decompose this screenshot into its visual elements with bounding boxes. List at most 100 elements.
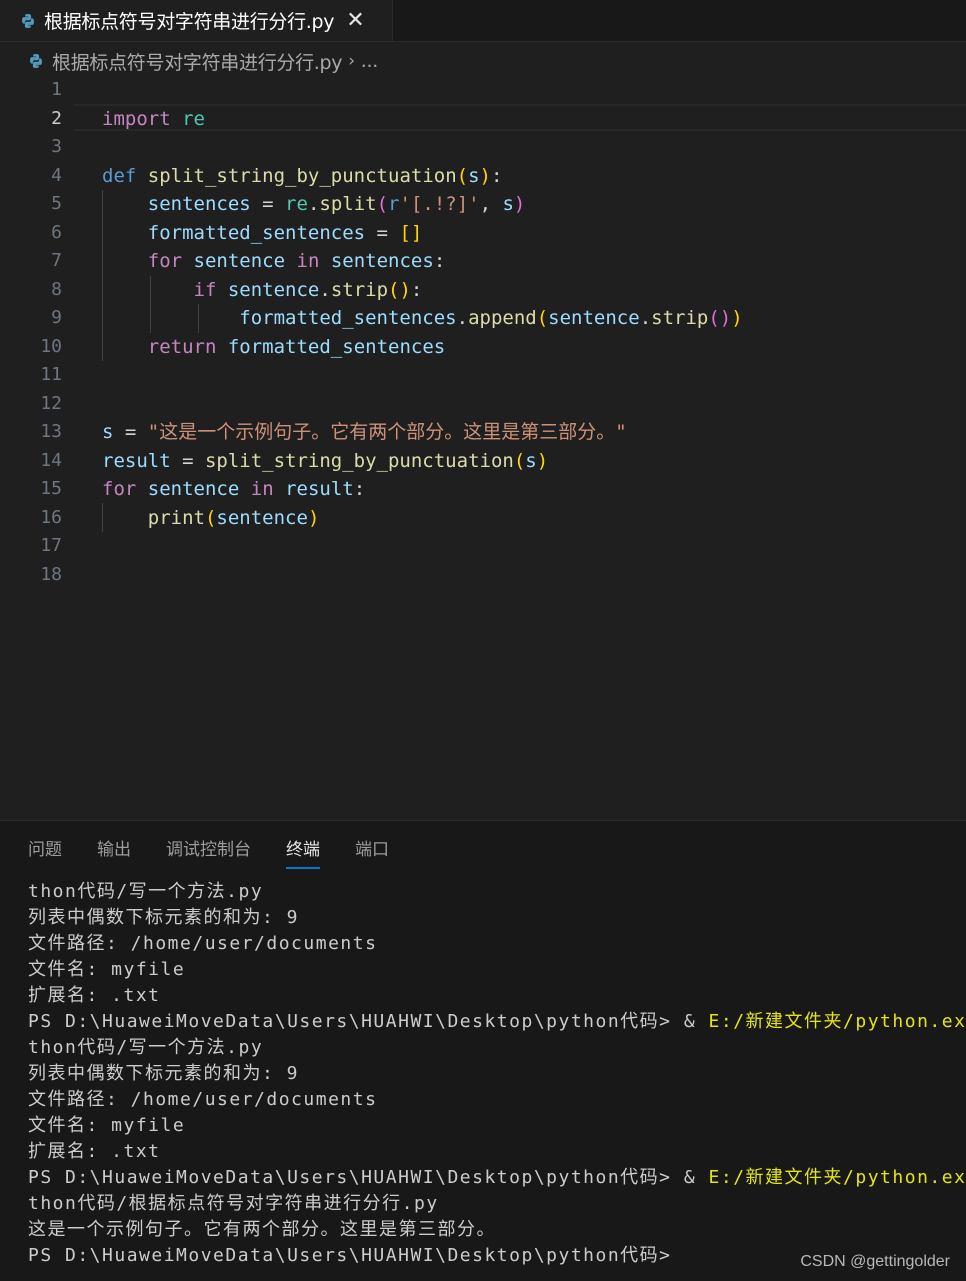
terminal-text: 列表中偶数下标元素的和为: 9 — [28, 1063, 300, 1084]
code-token: in — [250, 478, 274, 500]
line-number: 2 — [51, 107, 62, 129]
code-token: : — [491, 164, 503, 187]
panel-tabs: 问题 输出 调试控制台 终端 端口 — [28, 835, 424, 869]
code-token: def — [102, 164, 137, 187]
panel-tab[interactable]: 端口 — [355, 835, 389, 863]
code-token: split_string_by_punctuation — [204, 449, 514, 472]
breadcrumb: 根据标点符号对字符串进行分行.py › ... — [28, 46, 378, 76]
code-line[interactable]: for sentence in result: — [102, 475, 365, 504]
code-line[interactable]: for sentence in sentences: — [102, 247, 446, 276]
code-token: . — [639, 307, 652, 329]
terminal-line: 文件名: myfile — [28, 957, 966, 983]
breadcrumb-symbols[interactable]: ... — [361, 50, 379, 72]
terminal-text: thon代码/写一个方法.py — [28, 881, 264, 902]
line-number: 5 — [51, 193, 62, 214]
terminal-output[interactable]: thon代码/写一个方法.py 列表中偶数下标元素的和为: 9 文件路径: /hom… — [28, 879, 966, 1269]
line-number: 18 — [40, 563, 62, 585]
terminal-text: 文件路径: /home/user/documents — [28, 933, 378, 954]
terminal-text: 文件名: myfile — [28, 959, 186, 980]
terminal-text: E:/新建文件夹/python.exe — [708, 1011, 966, 1032]
code-token: in — [296, 250, 320, 272]
code-token: . — [307, 193, 320, 215]
code-token: ) — [479, 164, 491, 187]
line-number: 17 — [40, 535, 62, 556]
terminal-line: 列表中偶数下标元素的和为: 9 — [28, 1061, 966, 1087]
terminal-line: PS D:\HuaweiMoveData\Users\HUAHWI\Deskto… — [28, 1009, 966, 1035]
code-token: sentence — [548, 307, 640, 329]
code-line[interactable]: formatted_sentences.append(sentence.stri… — [102, 304, 742, 333]
code-token: s — [502, 193, 514, 215]
terminal-text: 列表中偶数下标元素的和为: 9 — [28, 907, 300, 928]
code-token: ( — [456, 164, 469, 187]
panel-tab[interactable]: 问题 — [28, 835, 62, 863]
code-token: , — [479, 193, 503, 215]
terminal-text: PS D:\HuaweiMoveData\Users\HUAHWI\Deskto… — [28, 1245, 672, 1266]
close-icon[interactable]: ✕ — [346, 9, 364, 32]
code-line[interactable]: sentences = re.split(r'[.!?]', s) — [102, 190, 526, 219]
line-number: 13 — [40, 421, 62, 442]
terminal-text: 这是一个示例句子。它有两个部分。这里是第三部分。 — [28, 1219, 496, 1240]
code-line[interactable]: formatted_sentences = [] — [102, 219, 423, 248]
terminal-text: 扩展名: .txt — [28, 985, 161, 1006]
code-token: "这是一个示例句子。它有两个部分。这里是第三部分。" — [147, 421, 627, 443]
terminal-line: 扩展名: .txt — [28, 1139, 966, 1165]
code-line[interactable]: import re — [102, 105, 205, 134]
code-token: sentences — [330, 250, 434, 272]
code-token: result — [285, 478, 354, 500]
code-token: () — [708, 307, 732, 329]
panel-tab[interactable]: 输出 — [97, 835, 131, 863]
terminal-line: 这是一个示例句子。它有两个部分。这里是第三部分。 — [28, 1217, 966, 1243]
code-token: return — [147, 335, 217, 358]
code-token: re — [182, 107, 205, 130]
panel-tab[interactable]: 调试控制台 — [166, 835, 251, 863]
code-token: formatted_sentences — [227, 335, 446, 358]
terminal-text: 文件路径: /home/user/documents — [28, 1089, 378, 1110]
chevron-right-icon: › — [348, 51, 355, 71]
code-token: '[.!?]' — [399, 193, 480, 215]
panel-tab[interactable]: 终端 — [286, 835, 320, 869]
line-number: 1 — [51, 79, 62, 100]
terminal-text: PS D:\HuaweiMoveData\Users\HUAHWI\Deskto… — [28, 1011, 709, 1032]
code-token: split — [319, 193, 377, 215]
code-line[interactable]: s = "这是一个示例句子。它有两个部分。这里是第三部分。" — [102, 418, 627, 447]
code-token: strip — [330, 278, 389, 301]
line-number: 8 — [51, 278, 62, 300]
terminal-text: 文件名: myfile — [28, 1115, 186, 1136]
terminal-text: thon代码/写一个方法.py — [28, 1037, 264, 1058]
terminal-line: thon代码/根据标点符号对字符串进行分行.py — [28, 1191, 966, 1217]
code-token: formatted_sentences — [147, 221, 366, 244]
code-line[interactable]: def split_string_by_punctuation(s): — [102, 162, 502, 191]
code-token: s — [102, 421, 114, 443]
bottom-panel: 问题 输出 调试控制台 终端 端口 thon代码/写一个方法.py 列表中偶数下标元素的和… — [0, 820, 966, 1281]
code-line[interactable]: result = split_string_by_punctuation(s) — [102, 447, 548, 476]
code-token: sentence — [147, 478, 240, 500]
code-token: formatted_sentences — [239, 307, 457, 329]
code-token: ) — [513, 193, 526, 215]
line-number: 16 — [40, 506, 62, 528]
code-token: for — [147, 250, 183, 272]
line-number: 15 — [40, 478, 62, 499]
terminal-line: 文件路径: /home/user/documents — [28, 931, 966, 957]
code-token: . — [456, 307, 469, 329]
tab-active-file[interactable]: 根据标点符号对字符串进行分行.py ✕ — [0, 0, 393, 41]
terminal-text: E:/新建文件夹/python.exe — [708, 1167, 966, 1188]
code-token: for — [102, 478, 137, 500]
code-token: = — [170, 449, 205, 472]
line-number: 7 — [51, 250, 62, 271]
code-editor[interactable]: 1 2 3 4 5 6 7 8 9 10 11 12 13 14 15 16 17 18 import re def… — [0, 76, 966, 820]
code-line[interactable]: return formatted_sentences — [102, 333, 445, 362]
code-line[interactable]: print(sentence) — [102, 504, 320, 533]
line-number: 12 — [40, 392, 62, 414]
code-line[interactable]: if sentence.strip(): — [102, 276, 423, 305]
breadcrumb-file[interactable]: 根据标点符号对字符串进行分行.py — [52, 48, 343, 75]
code-token: if — [193, 278, 217, 301]
